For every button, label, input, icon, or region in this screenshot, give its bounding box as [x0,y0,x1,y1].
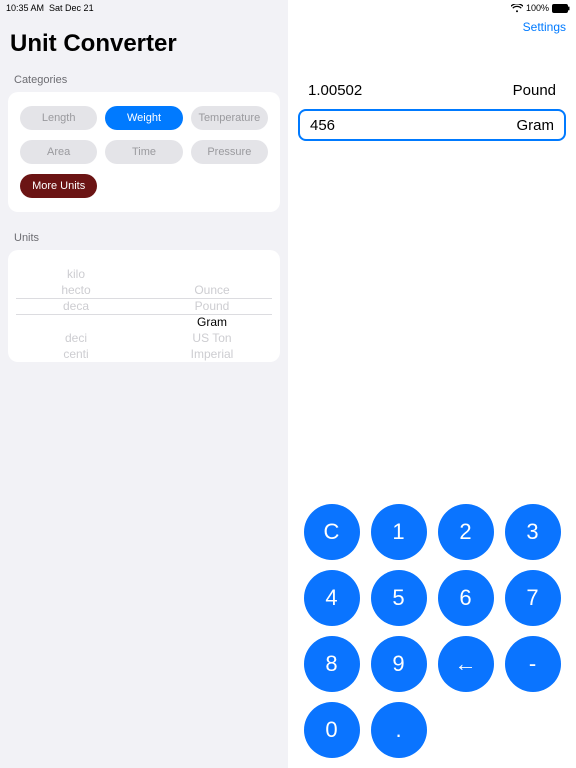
category-area[interactable]: Area [20,140,97,164]
categories-card: Length Weight Temperature Area Time Pres… [8,92,280,212]
key-4[interactable]: 4 [304,570,360,626]
key-7[interactable]: 7 [505,570,561,626]
category-temperature[interactable]: Temperature [191,106,268,130]
page-title: Unit Converter [0,14,288,68]
settings-button[interactable]: Settings [523,20,566,34]
category-length[interactable]: Length [20,106,97,130]
input-value: 456 [310,117,335,134]
result-row: 1.00502 Pound [298,82,566,99]
key-back[interactable]: ← [438,636,494,692]
key-dot[interactable]: . [371,702,427,758]
key-minus[interactable]: - [505,636,561,692]
status-date: Sat Dec 21 [49,3,94,13]
key-3[interactable]: 3 [505,504,561,560]
category-time[interactable]: Time [105,140,182,164]
key-8[interactable]: 8 [304,636,360,692]
units-label: Units [0,226,288,250]
key-clear[interactable]: C [304,504,360,560]
units-picker[interactable]: kilo hecto deca deci centi milli Ounce P… [8,250,280,362]
result-unit: Pound [513,82,556,99]
status-bar-left: 10:35 AM Sat Dec 21 [0,0,288,14]
key-0[interactable]: 0 [304,702,360,758]
status-bar-right: 100% [288,0,576,14]
key-1[interactable]: 1 [371,504,427,560]
category-weight[interactable]: Weight [105,106,182,130]
key-5[interactable]: 5 [371,570,427,626]
status-time: 10:35 AM [6,3,44,13]
battery-icon [552,4,570,13]
input-unit: Gram [517,117,555,134]
unit-picker-col[interactable]: Ounce Pound Gram US Ton Imperial Metric … [144,250,280,362]
key-6[interactable]: 6 [438,570,494,626]
battery-percent: 100% [526,3,549,13]
result-value: 1.00502 [308,82,362,99]
prefix-picker[interactable]: kilo hecto deca deci centi milli [8,250,144,362]
key-2[interactable]: 2 [438,504,494,560]
categories-label: Categories [0,68,288,92]
input-row[interactable]: 456 Gram [298,109,566,141]
more-units-button[interactable]: More Units [20,174,97,198]
key-9[interactable]: 9 [371,636,427,692]
wifi-icon [511,4,523,13]
keypad: C 1 2 3 4 5 6 7 8 9 ← - 0 . [288,504,576,762]
category-pressure[interactable]: Pressure [191,140,268,164]
